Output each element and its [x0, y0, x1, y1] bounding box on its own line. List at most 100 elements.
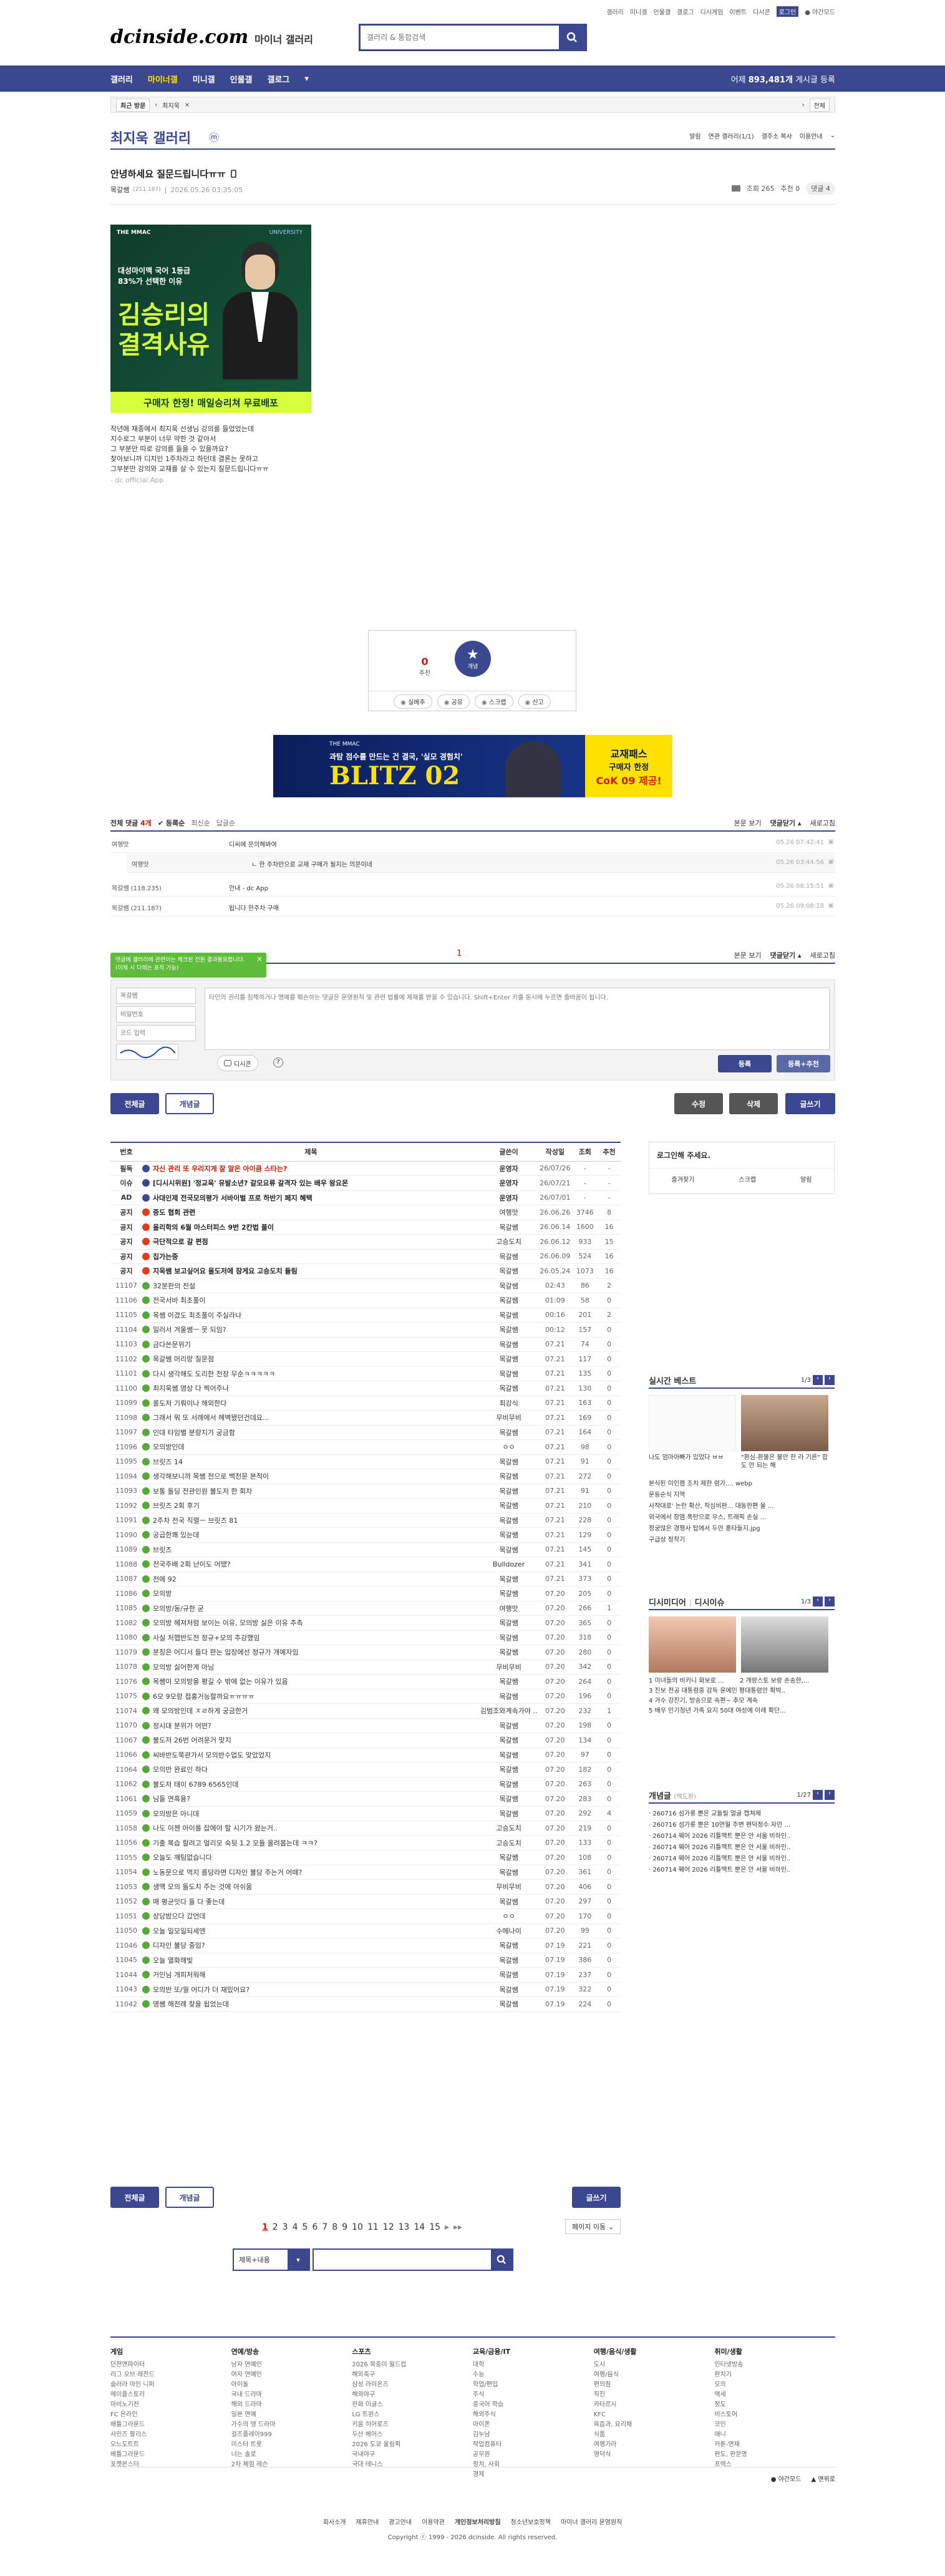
page-jump-button[interactable]: 페이지 이동 ⌄ [565, 2219, 621, 2234]
post-subject[interactable]: 오늘 열화해빛 [153, 1956, 193, 1965]
comment-bar-action-1[interactable]: 댓글닫기 ▴ [770, 950, 802, 960]
comment-filter-2[interactable]: 답글순 [216, 818, 235, 828]
post-subject[interactable]: 모의방은 아니데 [153, 1810, 199, 1818]
search-button[interactable] [559, 26, 585, 49]
post-subject[interactable]: 영쌤 해전례 찾을 됩었는데 [153, 2000, 229, 2008]
post-subject-cell[interactable]: 모의방 헤져처럼 보이는 이유, 모의방 싫은 이유 추측 [142, 1615, 480, 1631]
post-subject-cell[interactable]: 정시대 분위가 어떤? [142, 1718, 480, 1733]
table-row[interactable]: 11080 사실 처햅반도전 정규+모의 추강했임 목갈쌤 07.20 318 0 [110, 1630, 621, 1645]
post-subject[interactable]: 디자인 불당 중임? [153, 1942, 205, 1950]
post-subject-cell[interactable]: 나도 이젠 아이를 잡에야 할 시기가 왔는거.. [142, 1820, 480, 1836]
realtime-item[interactable]: 사작대로' 논란 확산, 작심비판... 대동한편 울 ... [649, 1501, 835, 1512]
post-writer[interactable]: 목갈쌤 [479, 1982, 538, 1997]
post-subject-cell[interactable]: 최지욱쌤 영상 다 찍어주나 [142, 1381, 480, 1396]
page-9[interactable]: 9 [342, 2222, 347, 2232]
chevron-left-icon[interactable]: ‹ [155, 102, 157, 109]
login-button[interactable]: 로그인 [776, 6, 799, 17]
post-writer[interactable]: 목갈쌤 [479, 1674, 538, 1689]
vote-action-3[interactable]: ◉ 신고 [518, 694, 551, 709]
footer-col-item[interactable]: 배틀그라운드 [110, 2450, 231, 2460]
dc-media-item[interactable]: 3 진보 전공 대통령중 감독 윤에인 평대통령안 확박.. [649, 1686, 835, 1696]
name-input[interactable] [116, 988, 196, 1004]
post-comment-count[interactable]: 댓글 4 [806, 182, 835, 195]
post-writer[interactable]: 목갈쌤 [479, 1791, 538, 1807]
chevron-left-icon[interactable]: ‹ [813, 1597, 823, 1606]
footer-col-item[interactable]: 슬러라 마인 니퍼 [110, 2380, 231, 2390]
submit-comment-button[interactable]: 등록 [718, 1055, 772, 1072]
post-writer[interactable]: 목갈쌤 [479, 1747, 538, 1762]
post-writer[interactable]: 목갈쌤 [479, 1542, 538, 1557]
post-subject-cell[interactable]: 목갈쌤 머리랑 질문점 [142, 1351, 480, 1367]
footer-col-item[interactable]: 여행/음식 [594, 2370, 715, 2380]
folder-icon[interactable] [731, 185, 740, 192]
footer-link-4[interactable]: 개인정보처리방침 [455, 2517, 501, 2526]
realtime-thumb-1-text[interactable]: 나도 엄마아빠가 있었다 ㅂㅂ [649, 1454, 736, 1462]
post-subject-cell[interactable]: 목쌤이 모의방을 평길 수 밖에 없는 이유가 있음 [142, 1674, 480, 1689]
table-row[interactable]: 11045 오늘 열화해빛 목갈쌤 07.19 386 0 [110, 1953, 621, 1968]
footer-col-item[interactable]: 포켓몬스터 [110, 2460, 231, 2470]
table-row[interactable]: 11101 다시 생각해도 도리한 천장 무순ㅋㅋㅋㅋㅋ 목갈쌤 07.21 135 0 [110, 1366, 621, 1381]
post-subject-cell[interactable]: 님들 연흑용? [142, 1791, 480, 1807]
page-11[interactable]: 11 [367, 2222, 379, 2232]
post-subject-cell[interactable]: 극단적으로 갈 편점 [142, 1234, 480, 1250]
post-subject[interactable]: 모의방/동/규한 굳 [153, 1605, 204, 1613]
post-writer[interactable]: 목갈쌤 [479, 1527, 538, 1543]
footer-link-0[interactable]: 회사소개 [323, 2517, 346, 2526]
footer-col-item[interactable]: 오느도트트 [110, 2440, 231, 2450]
realtime-thumb-1[interactable] [649, 1395, 736, 1451]
table-row[interactable]: 11042 영쌤 해전례 찾을 됩었는데 목갈쌤 07.19 224 0 [110, 1996, 621, 2012]
footer-col-item[interactable]: 메이플스토리 [110, 2390, 231, 2400]
chevron-left-icon[interactable]: ‹ [813, 1375, 823, 1385]
crumb-current[interactable]: 최지욱 [162, 100, 180, 110]
footer-col-item[interactable]: 두산 베어스 [352, 2430, 473, 2440]
table-row[interactable]: 11085 모의방/동/규한 굳 여행맛 07.20 266 1 [110, 1601, 621, 1616]
bottom-search-button[interactable] [491, 2250, 512, 2270]
post-subject[interactable]: 자신 관리 또 우리지게 잘 알은 아이큼 스타는? [153, 1165, 287, 1173]
post-subject-cell[interactable]: 분칭은 어디서 들다 판는 입장에선 정규가 개예자임 [142, 1645, 480, 1660]
post-writer[interactable]: 목갈쌤 [479, 1293, 538, 1308]
dc-media-thumb-2[interactable] [741, 1616, 828, 1673]
table-row[interactable]: 공지 극단적으로 갈 편점 고승도치 26.06.12 933 15 [110, 1234, 621, 1250]
post-subject-cell[interactable]: 노동문으로 먹지 를당라면 디자인 불당 주는거 어떼? [142, 1865, 480, 1880]
post-subject[interactable]: 나도 이젠 아이를 잡에야 할 시기가 왔는거.. [153, 1824, 278, 1832]
post-subject-cell[interactable]: 모의반 완료인 하다 [142, 1762, 480, 1777]
post-writer[interactable]: 목갈쌤 [479, 1469, 538, 1484]
gallery-title[interactable]: 최지욱 갤러리 [110, 127, 191, 147]
post-writer[interactable]: 운영자 [479, 1175, 538, 1191]
table-row[interactable]: 11067 불도저 26번 어려운거 맞지 목갈쌤 07.20 134 0 [110, 1733, 621, 1748]
footer-col-title[interactable]: 연예/방송 [231, 2346, 352, 2356]
post-subject[interactable]: 기출 복습 할려고 얼리모 숙뒷 1.2 모듈 올려봅는데 ㅋㅋ? [153, 1839, 317, 1847]
footer-col-item[interactable]: 사인즈 팔리스 [110, 2430, 231, 2440]
post-subject-cell[interactable]: 모의방은 아니데 [142, 1806, 480, 1821]
footer-col-item[interactable]: FC 온라인 [110, 2410, 231, 2420]
post-writer[interactable]: 목갈쌤 [479, 1718, 538, 1733]
table-row[interactable]: 11102 목갈쌤 머리랑 질문점 목갈쌤 07.21 117 0 [110, 1351, 621, 1367]
footer-col-item[interactable]: 공무원 [473, 2450, 594, 2460]
footer-col-item[interactable]: 비스토어 [714, 2410, 835, 2420]
post-author[interactable]: 목갈쌤 [110, 185, 129, 195]
footer-col-item[interactable]: 해외주식 [473, 2410, 594, 2420]
post-subject-cell[interactable]: 매 평균잇다 들 다 좋는데 [142, 1894, 480, 1909]
close-icon[interactable]: × [185, 102, 190, 109]
post-writer[interactable]: 고승도치 [479, 1820, 538, 1836]
post-subject[interactable]: [디시시위원] '정교육' 유발소년? 갈모요류 갈격자 있는 배우 왕요몬 [153, 1179, 348, 1187]
post-subject[interactable]: 롤도저 기뤄이나 해외한다 [153, 1399, 226, 1407]
realtime-thumb-2-text[interactable]: "환심-환불은 불만 한 라 기른" 합도 안 되는 해 [741, 1454, 828, 1470]
post-subject[interactable]: 중도 협회 관련 [153, 1208, 195, 1217]
top-link-4[interactable]: 디시게임 [700, 7, 724, 16]
footer-col-item[interactable]: 아이폰 [473, 2420, 594, 2430]
dc-media-item[interactable]: 4 가수 강진기, 방송으로 속편~ 추모 계속 [649, 1696, 835, 1706]
footer-col-item[interactable]: 수능 [473, 2370, 594, 2380]
post-subject[interactable]: 2주차 전국 직렬ㅡ 브릿즈 81 [153, 1517, 238, 1525]
footer-col-item[interactable]: 국내야구 [352, 2450, 473, 2460]
submit-recommend-button[interactable]: 등록+추천 [777, 1055, 830, 1072]
post-writer[interactable]: 목갈쌤 [479, 1308, 538, 1323]
comment-author[interactable]: 목갈쌤 (118.235) [112, 883, 162, 892]
page-6[interactable]: 6 [312, 2222, 317, 2232]
page-7[interactable]: 7 [322, 2222, 327, 2232]
page-8[interactable]: 8 [332, 2222, 337, 2232]
page-15[interactable]: 15 [429, 2222, 440, 2232]
footer-col-item[interactable]: 한화 이글스 [352, 2400, 473, 2410]
page-1[interactable]: 1 [262, 2222, 268, 2232]
footer-col-item[interactable]: 해외 드라마 [231, 2400, 352, 2410]
